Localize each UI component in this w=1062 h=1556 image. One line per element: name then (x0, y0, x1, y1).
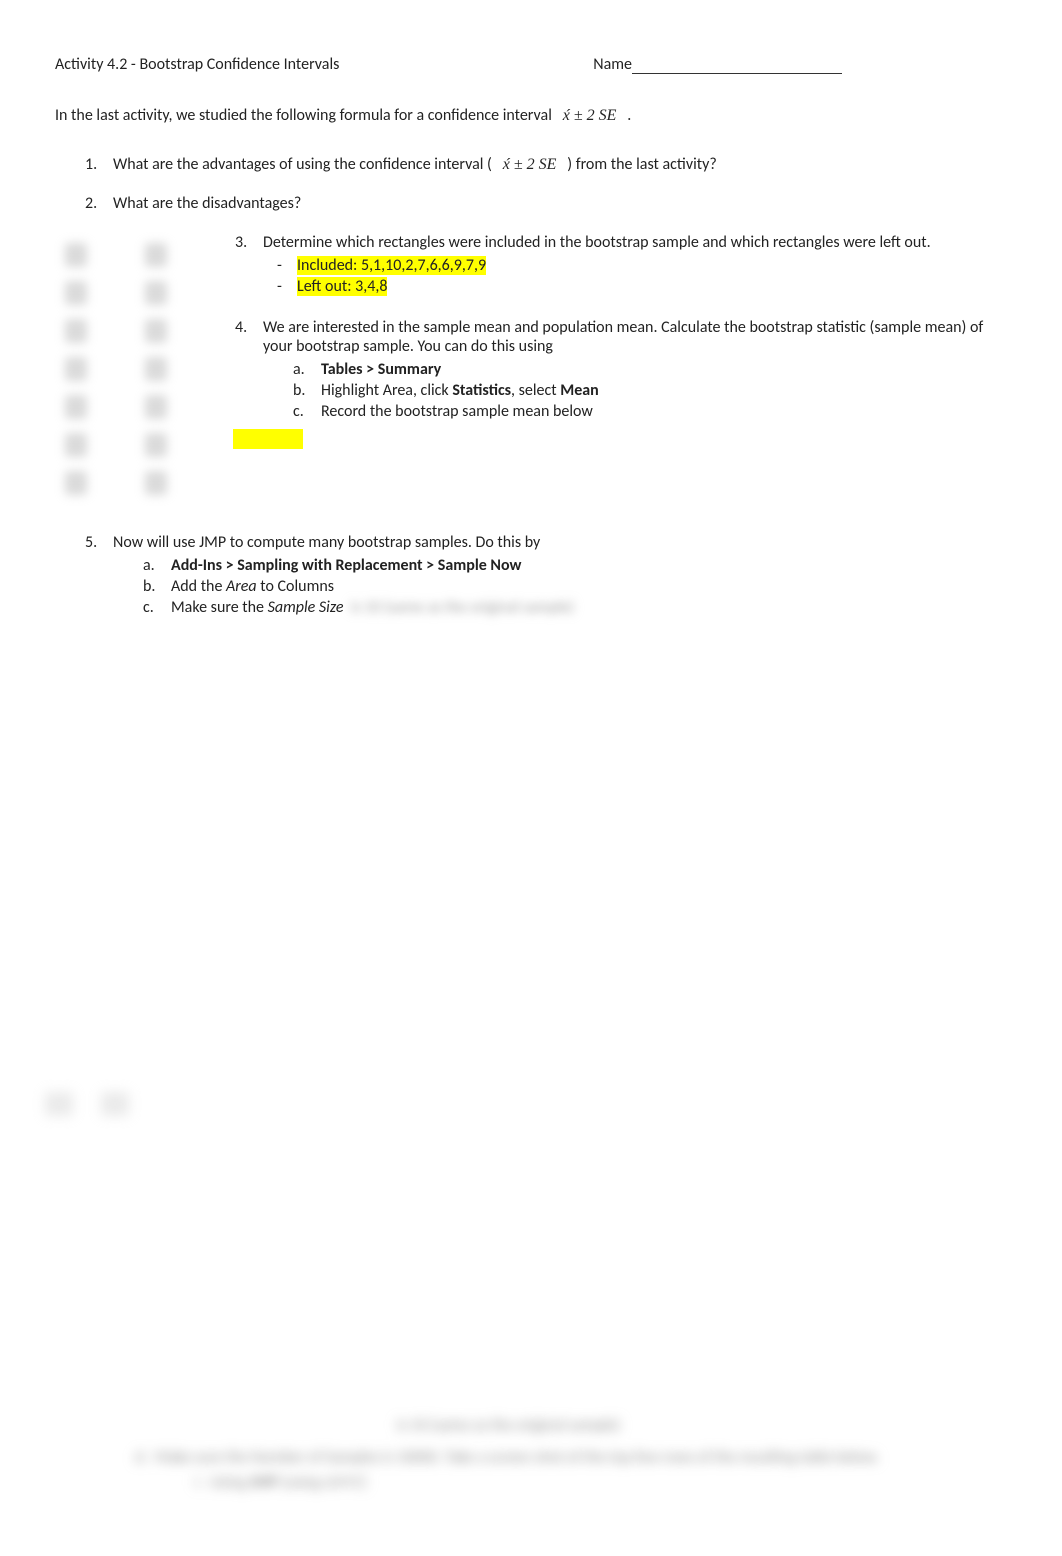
q4-b-bold1: Statistics (452, 381, 511, 400)
question-3: 3. Determine which rectangles were inclu… (235, 233, 1012, 298)
q4-sublist: a. Tables > Summary b. Highlight Area, c… (263, 360, 1012, 421)
question-list: 1. What are the advantages of using the … (55, 155, 1012, 213)
q1-number: 1. (85, 155, 113, 174)
q5-b-t2: to Columns (257, 577, 334, 596)
q4-b-t2: , select (511, 381, 560, 400)
q5-c-text: Make sure the Sample Size is 10 (same as… (171, 598, 1012, 617)
document-header: Activity 4.2 - Bootstrap Confidence Inte… (55, 55, 1012, 74)
q5-b-letter: b. (143, 577, 171, 596)
q1-formula: x́ ± 2 SE (503, 156, 557, 173)
q5-c-letter: c. (143, 598, 171, 617)
q4-b-text: Highlight Area, click Statistics, select… (321, 381, 1012, 400)
intro-text-before: In the last activity, we studied the fol… (55, 106, 552, 125)
blurred-table-graphic (55, 233, 205, 513)
bottom-blurred-content: is 10 (same as the original sample) d. M… (135, 1413, 882, 1496)
blurred-graphic-left (45, 1092, 185, 1116)
q5-b: b. Add the Area to Columns (143, 577, 1012, 596)
q5-sublist: a. Add-Ins > Sampling with Replacement >… (113, 556, 1012, 617)
q2-number: 2. (85, 194, 113, 213)
q4-text: We are interested in the sample mean and… (263, 318, 983, 356)
q3-number: 3. (235, 233, 263, 298)
q3-included-label: Included: (297, 256, 361, 275)
q5-text: Now will use JMP to compute many bootstr… (113, 533, 540, 552)
q4-answer-highlight (263, 423, 1012, 454)
q3-q4-column: 3. Determine which rectangles were inclu… (235, 233, 1012, 513)
q3-leftout-val: 3,4,8 (355, 277, 387, 296)
question-5: 5. Now will use JMP to compute many boot… (55, 533, 1012, 619)
q3-leftout-label: Left out: (297, 277, 355, 296)
q1-body: What are the advantages of using the con… (113, 155, 1012, 174)
q5-c-italic: Sample Size (268, 598, 344, 617)
question-1: 1. What are the advantages of using the … (85, 155, 1012, 174)
q5-a: a. Add-Ins > Sampling with Replacement >… (143, 556, 1012, 575)
q4-c-text: Record the bootstrap sample mean below (321, 402, 1012, 421)
name-blank-line (632, 73, 842, 74)
q4-b-t1: Highlight Area, click (321, 381, 452, 400)
question-4: 4. We are interested in the sample mean … (235, 318, 1012, 454)
q5-a-letter: a. (143, 556, 171, 575)
q3-included: Included: 5,1,10,2,7,6,6,9,7,9 (293, 256, 1012, 275)
q4-body: We are interested in the sample mean and… (263, 318, 1012, 454)
q5-b-italic: Area (226, 577, 257, 596)
q5-c-blurred: is 10 (same as the original sample) (347, 598, 574, 617)
q4-b-letter: b. (293, 381, 321, 400)
name-field: Name (593, 55, 842, 74)
q5-a-text: Add-Ins > Sampling with Replacement > Sa… (171, 556, 1012, 575)
q4-a: a. Tables > Summary (293, 360, 1012, 379)
q4-c: c. Record the bootstrap sample mean belo… (293, 402, 1012, 421)
q4-a-text: Tables > Summary (321, 360, 1012, 379)
q4-c-letter: c. (293, 402, 321, 421)
q5-b-t1: Add the (171, 577, 226, 596)
q3-q4-section: 3. Determine which rectangles were inclu… (55, 233, 1012, 513)
q3-body: Determine which rectangles were included… (263, 233, 1012, 298)
q3-bullets: Included: 5,1,10,2,7,6,6,9,7,9 Left out:… (263, 256, 1012, 296)
q3-text: Determine which rectangles were included… (263, 233, 931, 252)
q5-c-t1: Make sure the (171, 598, 268, 617)
q3-included-val: 5,1,10,2,7,6,6,9,7,9 (361, 256, 486, 275)
intro-formula: x́ ± 2 SE (563, 107, 617, 124)
q4-b: b. Highlight Area, click Statistics, sel… (293, 381, 1012, 400)
q1-text-after: ) from the last activity? (567, 155, 717, 174)
name-label: Name (593, 55, 632, 74)
question-2: 2. What are the disadvantages? (85, 194, 1012, 213)
q5-c: c. Make sure the Sample Size is 10 (same… (143, 598, 1012, 617)
intro-paragraph: In the last activity, we studied the fol… (55, 106, 1012, 125)
q4-b-bold2: Mean (560, 381, 599, 400)
q5-number: 5. (85, 533, 113, 619)
activity-title: Activity 4.2 - Bootstrap Confidence Inte… (55, 55, 339, 74)
q4-a-letter: a. (293, 360, 321, 379)
q3-leftout: Left out: 3,4,8 (293, 277, 1012, 296)
q2-text: What are the disadvantages? (113, 194, 1012, 213)
q5-body: Now will use JMP to compute many bootstr… (113, 533, 1012, 619)
q1-text-before: What are the advantages of using the con… (113, 155, 492, 174)
q5-b-text: Add the Area to Columns (171, 577, 1012, 596)
intro-text-after: . (627, 106, 631, 125)
